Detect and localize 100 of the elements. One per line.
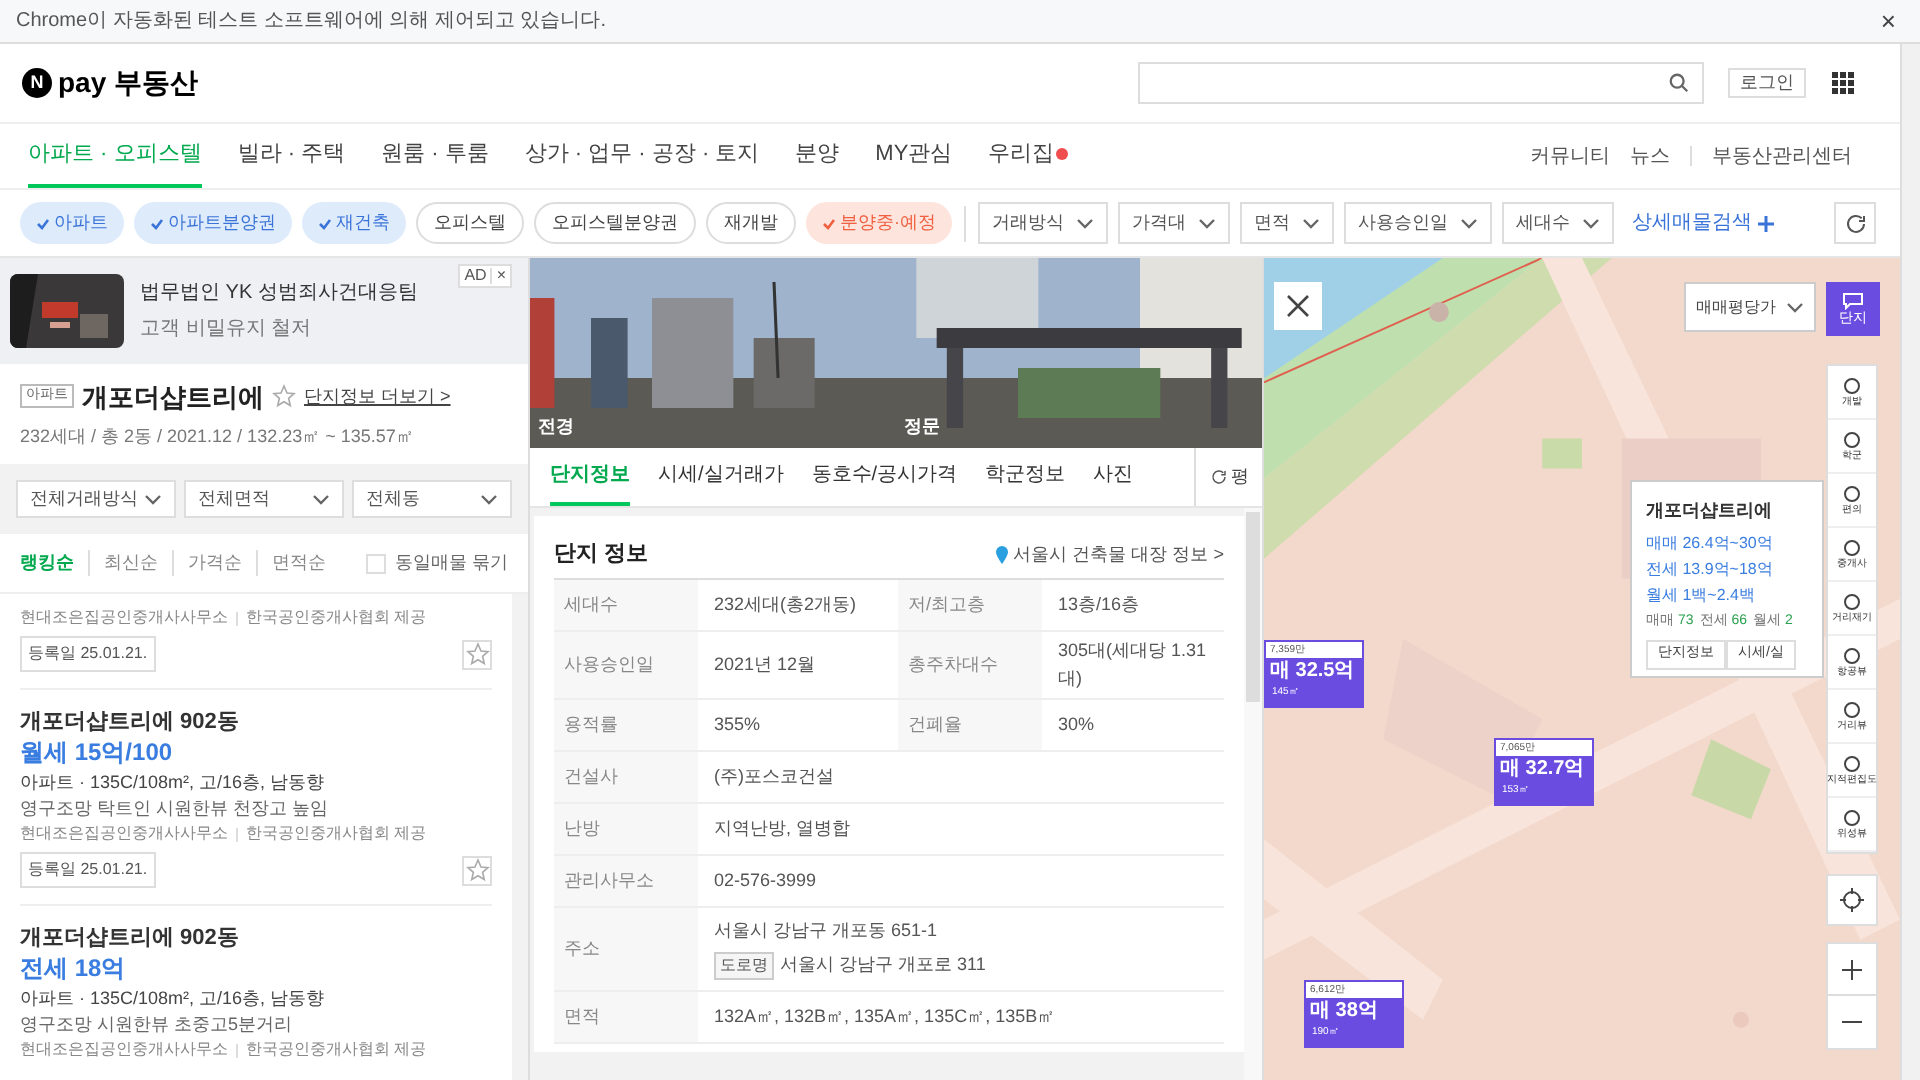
scrollbar[interactable]: [512, 594, 528, 1080]
locate-button[interactable]: [1826, 874, 1878, 926]
sort-option[interactable]: 최신순: [88, 549, 158, 577]
nav-tab[interactable]: MY관심: [875, 124, 953, 188]
section-title: 단지 정보: [554, 540, 649, 571]
search-icon: [1668, 72, 1690, 94]
favorite-button[interactable]: [462, 639, 492, 669]
agency-name: 현대조은집공인중개사사무소: [20, 1038, 228, 1062]
star-icon: [465, 642, 489, 666]
close-button[interactable]: ×: [1872, 8, 1904, 34]
nav-tab[interactable]: 상가 · 업무 · 공장 · 토지: [524, 124, 760, 188]
detail-search-link[interactable]: 상세매물검색: [1632, 208, 1774, 238]
data-provider: 한국공인중개사협회 제공: [246, 606, 427, 630]
reset-button[interactable]: [1834, 202, 1876, 244]
info-label: 저/최고층: [898, 580, 1042, 630]
star-icon: [272, 384, 296, 409]
marker-price: 매 38억: [1308, 998, 1380, 1026]
favorite-button[interactable]: [462, 855, 492, 885]
list-filter-dropdown[interactable]: 전체면적: [184, 480, 344, 518]
ad-banner[interactable]: 법무법인 YK 성범죄사건대응팀 고객 비밀유지 철저 AD ×: [0, 258, 528, 364]
info-value: 지역난방, 열병합: [712, 815, 853, 842]
price-range: 월세 1백~2.4백: [1646, 583, 1757, 607]
info-label: 총주차대수: [898, 632, 1042, 698]
nav-link[interactable]: 커뮤니티: [1530, 141, 1610, 171]
caret-icon: [1198, 217, 1216, 229]
caret-icon: [312, 493, 330, 505]
complex-info-link[interactable]: 단지정보 더보기 >: [304, 383, 451, 410]
detail-tab[interactable]: 동호수/공시가격: [811, 448, 958, 506]
filter-chip[interactable]: 아파트: [20, 202, 124, 244]
popup-title: 개포더샵트리에: [1646, 498, 1774, 524]
unit-toggle[interactable]: 평: [1194, 448, 1262, 506]
info-label: 세대수: [554, 580, 698, 630]
ad-subtitle: 고객 비밀유지 철저: [140, 316, 314, 344]
price-select[interactable]: 매매평당가: [1684, 282, 1816, 332]
filter-chip[interactable]: 재건축: [302, 202, 406, 244]
filter-chip[interactable]: 아파트분양권: [134, 202, 292, 244]
info-value: 232세대(총2개동): [712, 591, 859, 618]
scrollbar[interactable]: [1244, 508, 1262, 1080]
nav-tab[interactable]: 빌라 · 주택: [237, 124, 346, 188]
info-label: 건설사: [554, 752, 698, 802]
checkbox-label: 동일매물 묶기: [394, 549, 508, 576]
logo-text: pay 부동산: [58, 64, 199, 102]
nav-tab[interactable]: 원룸 · 투룸: [381, 124, 489, 188]
filter-dropdown[interactable]: 거래방식: [978, 202, 1108, 244]
ad-label: AD: [462, 266, 489, 286]
nav-tab[interactable]: 우리집: [988, 124, 1069, 188]
nav-link[interactable]: 부동산관리센터: [1712, 141, 1852, 171]
info-label: 사용승인일: [554, 632, 698, 698]
ad-close-button[interactable]: ×: [490, 268, 510, 284]
filter-dropdown[interactable]: 가격대: [1118, 202, 1230, 244]
info-label: 건폐율: [898, 700, 1042, 750]
caret-icon: [1582, 217, 1600, 229]
info-label: 용적률: [554, 700, 698, 750]
nav-link[interactable]: 뉴스: [1630, 141, 1670, 171]
price-range: 매매 26.4억~30억: [1646, 531, 1775, 555]
building-register-link[interactable]: 서울시 건축물 대장 정보 >: [993, 541, 1224, 569]
info-value: 30%: [1056, 711, 1097, 738]
detail-tab[interactable]: 학군정보: [985, 448, 1066, 506]
filter-chip[interactable]: 재개발: [706, 202, 796, 244]
info-value: 355%: [712, 711, 763, 738]
info-value: 2021년 12월: [712, 651, 818, 678]
plus-icon: [1842, 959, 1862, 979]
app-grid-icon[interactable]: [1832, 72, 1854, 94]
check-icon: [150, 217, 164, 229]
filter-dropdown[interactable]: 세대수: [1502, 202, 1614, 244]
caret-icon: [480, 493, 498, 505]
filter-chip[interactable]: 오피스텔분양권: [534, 202, 696, 244]
list-filter-dropdown[interactable]: 전체거래방식: [16, 480, 176, 518]
info-value: 305대(세대당 1.31대): [1056, 638, 1209, 692]
listing-title[interactable]: 개포더샵트리에 902동: [20, 708, 492, 736]
sort-option[interactable]: 가격순: [172, 549, 242, 577]
detail-tab[interactable]: 시세/실거래가: [658, 448, 784, 506]
logo-mark: N: [22, 68, 52, 98]
checkbox[interactable]: [366, 553, 387, 573]
close-icon: [1286, 294, 1310, 318]
filter-dropdown[interactable]: 사용승인일: [1344, 202, 1492, 244]
nav-tab[interactable]: 분양: [795, 124, 840, 188]
listing-price: 전세 18억: [20, 954, 128, 984]
refresh-icon: [1209, 468, 1227, 486]
filter-chip[interactable]: 오피스텔: [416, 202, 524, 244]
info-label: 난방: [554, 804, 698, 854]
list-filter-dropdown[interactable]: 전체동: [352, 480, 512, 518]
marker-price: 매 32.7억: [1498, 756, 1587, 784]
listing-title[interactable]: 개포더샵트리에 902동: [20, 924, 492, 952]
info-label: 면적: [554, 992, 698, 1042]
login-button[interactable]: 로그인: [1728, 68, 1806, 98]
favorite-button[interactable]: [272, 384, 296, 409]
scrollbar[interactable]: [1900, 44, 1920, 1080]
info-value: 132A㎡, 132B㎡, 135A㎡, 135C㎡, 135B㎡: [712, 1003, 1058, 1030]
info-value: 서울시 강남구 개포로 311: [780, 952, 986, 978]
info-label: 주소: [554, 908, 698, 990]
close-button[interactable]: [1274, 282, 1322, 330]
detail-tab[interactable]: 사진: [1093, 448, 1134, 506]
listing-price: 월세 15억/100: [20, 738, 175, 768]
filter-dropdown[interactable]: 면적: [1240, 202, 1334, 244]
registration-date: 등록일 25.01.21.: [20, 852, 156, 888]
star-icon: [465, 858, 489, 882]
crosshair-icon: [1840, 888, 1864, 912]
sort-option[interactable]: 면적순: [256, 549, 326, 577]
search-field[interactable]: [1138, 62, 1704, 104]
